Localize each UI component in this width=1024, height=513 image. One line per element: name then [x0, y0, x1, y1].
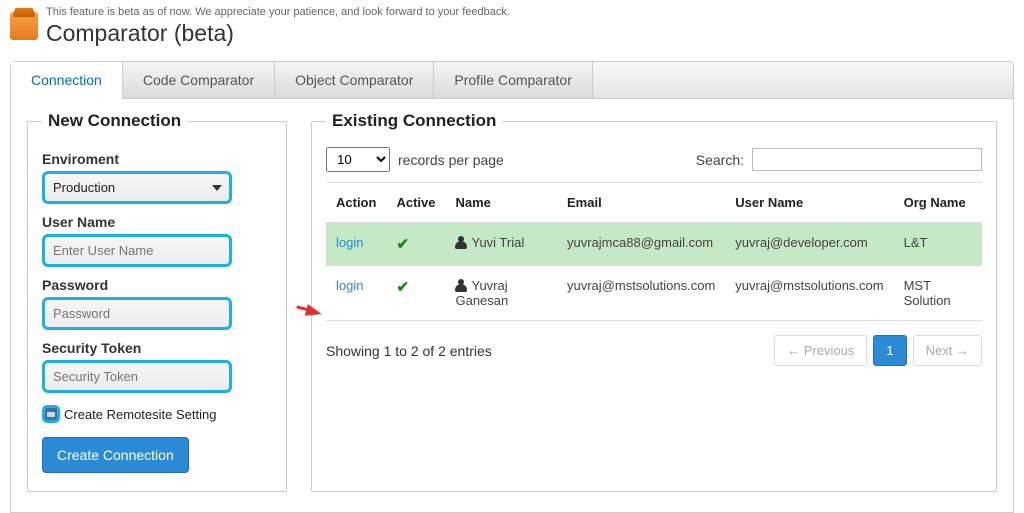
beta-note: This feature is beta as of now. We appre…: [46, 6, 510, 18]
search-input[interactable]: [752, 148, 982, 171]
username-input[interactable]: [42, 234, 232, 267]
tab-connection[interactable]: Connection: [11, 62, 123, 99]
page-title: Comparator (beta): [46, 20, 510, 47]
person-icon: [455, 279, 467, 291]
check-icon: ✔: [396, 236, 409, 253]
login-link[interactable]: login: [336, 235, 363, 250]
security-token-input[interactable]: [42, 360, 232, 393]
check-icon: ✔: [396, 279, 409, 296]
cell-email: yuvraj@mstsolutions.com: [557, 266, 725, 321]
page-number-button[interactable]: 1: [873, 335, 906, 366]
cell-org: MST Solution: [894, 266, 982, 321]
col-email[interactable]: Email: [557, 183, 725, 223]
table-row: login ✔ Yuvi Trial yuvrajmca88@gmail.com…: [326, 223, 982, 266]
records-per-page-label: records per page: [398, 152, 504, 168]
tab-profile-comparator[interactable]: Profile Comparator: [434, 62, 593, 98]
table-row: login ✔ Yuvraj Ganesan yuvraj@mstsolutio…: [326, 266, 982, 321]
connections-table: Action Active Name Email User Name Org N…: [326, 182, 982, 321]
col-username[interactable]: User Name: [725, 183, 893, 223]
new-connection-panel: New Connection Enviroment Production Use…: [27, 111, 287, 492]
cell-username: yuvraj@developer.com: [725, 223, 893, 266]
col-name[interactable]: Name: [445, 183, 557, 223]
remotesite-checkbox[interactable]: [42, 405, 60, 423]
cell-email: yuvrajmca88@gmail.com: [557, 223, 725, 266]
existing-connection-legend: Existing Connection: [326, 111, 502, 131]
col-org[interactable]: Org Name: [894, 183, 982, 223]
create-connection-button[interactable]: Create Connection: [42, 437, 189, 473]
remotesite-label: Create Remotesite Setting: [64, 407, 216, 422]
tab-bar: Connection Code Comparator Object Compar…: [11, 62, 1013, 99]
new-connection-legend: New Connection: [42, 111, 187, 131]
app-icon: [10, 12, 38, 40]
cell-username: yuvraj@mstsolutions.com: [725, 266, 893, 321]
environment-label: Enviroment: [42, 151, 272, 167]
tab-object-comparator[interactable]: Object Comparator: [275, 62, 434, 98]
security-token-label: Security Token: [42, 340, 272, 356]
username-label: User Name: [42, 214, 272, 230]
environment-select[interactable]: Production: [42, 171, 232, 204]
next-page-button[interactable]: Next →: [913, 335, 982, 366]
login-link[interactable]: login: [336, 278, 363, 293]
cell-org: L&T: [894, 223, 982, 266]
col-active[interactable]: Active: [386, 183, 445, 223]
col-action[interactable]: Action: [326, 183, 386, 223]
existing-connection-panel: Existing Connection 10 records per page …: [311, 111, 997, 492]
cell-name: Yuvi Trial: [471, 235, 524, 250]
records-per-page-select[interactable]: 10: [326, 147, 390, 172]
password-label: Password: [42, 277, 272, 293]
arrow-annotation-icon: [305, 304, 324, 320]
person-icon: [455, 236, 467, 248]
showing-text: Showing 1 to 2 of 2 entries: [326, 343, 492, 359]
prev-page-button[interactable]: ← Previous: [774, 335, 867, 366]
search-label: Search:: [696, 152, 744, 168]
password-input[interactable]: [42, 297, 232, 330]
tab-code-comparator[interactable]: Code Comparator: [123, 62, 275, 98]
